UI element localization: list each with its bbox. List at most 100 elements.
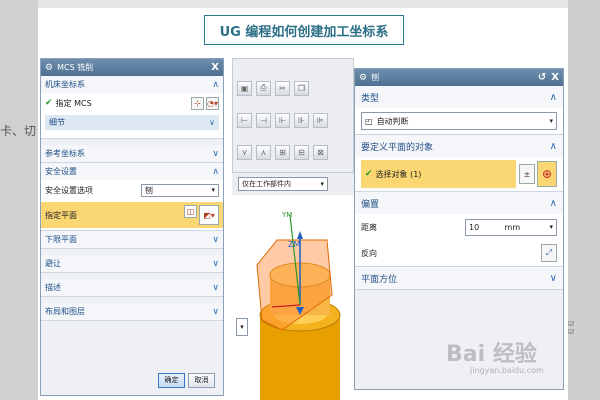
plane-dialog-title: 刨 xyxy=(371,73,380,82)
section-label: 类型 xyxy=(361,93,380,104)
details-label: 细节 xyxy=(49,118,65,127)
close-icon[interactable]: X xyxy=(551,72,559,83)
type-row: ◰ 自动判断 ▾ xyxy=(355,108,563,134)
section-orientation: 平面方位 ∨ xyxy=(355,267,563,290)
section-label: 机床坐标系 xyxy=(45,80,85,89)
chevron-down-icon[interactable]: ∨ xyxy=(212,259,219,269)
operation-icon-5[interactable]: ⊫ xyxy=(313,112,328,128)
viewport-small-dropdown[interactable]: ▾ xyxy=(236,318,248,336)
dropdown-arrow-icon: ▾ xyxy=(549,223,553,231)
add-object-icon[interactable]: ± xyxy=(519,164,535,184)
chevron-down-icon[interactable]: ∨ xyxy=(550,273,557,284)
graphics-viewport[interactable]: YM ZM xyxy=(232,195,354,400)
plane-dialog-header: ⚙ 刨 ↺ X xyxy=(355,69,563,86)
csys-dialog-icon[interactable]: ⊹ xyxy=(191,96,204,110)
dropdown-arrow-icon: ▾ xyxy=(320,180,324,188)
section-header-offset[interactable]: 偏置 ∧ xyxy=(355,192,563,214)
chevron-down-icon[interactable]: ∨ xyxy=(212,283,219,293)
section-label: 布局和图层 xyxy=(45,307,85,316)
reverse-direction-icon[interactable]: ⤢ xyxy=(541,244,557,262)
operation-icon-9[interactable]: ⊟ xyxy=(294,144,309,160)
ok-button[interactable]: 确定 xyxy=(158,372,185,388)
plane-type-value: 自动判断 xyxy=(376,116,409,126)
selection-scope-select[interactable]: 仅在工作部件内 ▾ xyxy=(238,177,328,191)
select-objects-field[interactable]: ✔ 选择对象 (1) xyxy=(361,160,516,188)
section-header-safety[interactable]: 安全设置 ∧ xyxy=(41,163,223,180)
toolbar-row-1: ▣ ⎙ ✂ ❐ xyxy=(237,77,309,99)
chevron-down-icon[interactable]: ∨ xyxy=(212,307,219,317)
operation-icon-10[interactable]: ⊠ xyxy=(313,144,328,160)
reset-icon[interactable]: ↺ xyxy=(538,72,546,83)
point-target-icon[interactable]: ⊕ xyxy=(537,161,557,187)
operation-icon-7[interactable]: ⋏ xyxy=(256,144,271,160)
plane-type-select[interactable]: ◰ 自动判断 ▾ xyxy=(361,112,557,130)
cancel-button[interactable]: 取消 xyxy=(188,372,215,388)
check-icon: ✔ xyxy=(365,169,373,179)
check-icon: ✔ xyxy=(45,98,53,108)
close-icon[interactable]: X xyxy=(211,62,219,73)
safety-option-select[interactable]: 刨 ▾ xyxy=(141,183,219,197)
plane-dialog-icon[interactable]: ◫ xyxy=(184,205,197,218)
mcs-dialog-header: ⚙ MCS 铣削 X xyxy=(41,59,223,76)
section-header-machine-cs[interactable]: 机床坐标系 ∧ xyxy=(41,76,223,93)
toolbar-row-3: ⋎ ⋏ ⊞ ⊟ ⊠ xyxy=(237,141,328,163)
section-header-type[interactable]: 类型 ∧ xyxy=(355,86,563,108)
copy-icon[interactable]: ❐ xyxy=(294,80,309,96)
section-header-description[interactable]: 描述 ∨ xyxy=(41,279,223,296)
operation-icon-4[interactable]: ⊪ xyxy=(294,112,309,128)
select-objects-label: 选择对象 (1) xyxy=(375,169,422,179)
section-lower-limit: 下限平面 ∨ xyxy=(41,231,223,249)
section-header-layout-layer[interactable]: 布局和图层 ∨ xyxy=(41,303,223,320)
section-header-reference-cs[interactable]: 参考坐标系 ∨ xyxy=(41,145,223,162)
distance-label: 距离 xyxy=(361,222,377,232)
ym-label: YM xyxy=(281,211,292,219)
chevron-down-icon[interactable]: ∨ xyxy=(212,235,219,245)
section-type: 类型 ∧ ◰ 自动判断 ▾ xyxy=(355,86,563,135)
section-objects: 要定义平面的对象 ∧ ✔ 选择对象 (1) ± ⊕ xyxy=(355,135,563,192)
section-label: 避让 xyxy=(45,259,61,268)
operation-icon-1[interactable]: ⊢ xyxy=(237,112,252,128)
dialog-button-bar: 确定 取消 xyxy=(41,365,223,395)
print-icon[interactable]: ⎙ xyxy=(256,80,271,96)
reverse-label: 反向 xyxy=(361,248,377,258)
section-header-orientation[interactable]: 平面方位 ∨ xyxy=(355,267,563,289)
operation-icon-2[interactable]: ⊣ xyxy=(256,112,271,128)
distance-input[interactable]: 10 mm ▾ xyxy=(465,218,557,236)
chevron-up-icon[interactable]: ∧ xyxy=(212,167,219,177)
specify-mcs-row: ✔ 指定 MCS ⊹ ◔▾ xyxy=(41,93,223,113)
operation-icon-6[interactable]: ⋎ xyxy=(237,144,252,160)
section-header-lower-limit[interactable]: 下限平面 ∨ xyxy=(41,231,223,248)
dropdown-arrow-icon: ▾ xyxy=(211,186,215,194)
chevron-down-icon[interactable]: ∨ xyxy=(209,118,215,127)
operation-icon-3[interactable]: ⊩ xyxy=(275,112,290,128)
chevron-up-icon[interactable]: ∧ xyxy=(550,141,557,152)
plane-dropdown-icon[interactable]: ◩▾ xyxy=(199,205,219,225)
auto-infer-icon: ◰ xyxy=(365,116,373,126)
section-label: 要定义平面的对象 xyxy=(361,142,434,153)
select-objects-row: ✔ 选择对象 (1) ± ⊕ xyxy=(355,157,563,191)
toolbar-row-2: ⊢ ⊣ ⊩ ⊪ ⊫ xyxy=(237,109,328,131)
section-header-avoid[interactable]: 避让 ∨ xyxy=(41,255,223,272)
cut-icon[interactable]: ✂ xyxy=(275,80,290,96)
gear-icon[interactable]: ⚙ xyxy=(45,63,53,73)
chevron-up-icon[interactable]: ∧ xyxy=(550,92,557,103)
reverse-row: 反向 ⤢ xyxy=(355,240,563,266)
section-label: 参考坐标系 xyxy=(45,149,85,158)
specify-plane-row[interactable]: 指定平面 ◫ ◩▾ xyxy=(41,202,223,228)
operation-icon-8[interactable]: ⊞ xyxy=(275,144,290,160)
gear-icon[interactable]: ⚙ xyxy=(359,73,367,83)
background-left-strip xyxy=(0,0,38,400)
save-icon[interactable]: ▣ xyxy=(237,80,252,96)
edge-check-icon: ☑ xyxy=(568,320,575,328)
section-label: 安全设置 xyxy=(45,167,77,176)
details-subsection[interactable]: 细节 ∨ xyxy=(45,115,219,130)
chevron-up-icon[interactable]: ∧ xyxy=(212,80,219,90)
csys-dropdown-icon[interactable]: ◔▾ xyxy=(206,96,219,110)
chevron-up-icon[interactable]: ∧ xyxy=(550,198,557,209)
part-model-svg: YM ZM xyxy=(256,211,341,400)
section-header-objects[interactable]: 要定义平面的对象 ∧ xyxy=(355,135,563,157)
chevron-down-icon[interactable]: ∨ xyxy=(212,149,219,159)
safety-option-row: 安全设置选项 刨 ▾ xyxy=(41,180,223,200)
watermark-logo: Bai 经验 xyxy=(446,342,537,367)
section-safety: 安全设置 ∧ 安全设置选项 刨 ▾ 指定平面 ◫ ◩▾ xyxy=(41,163,223,231)
